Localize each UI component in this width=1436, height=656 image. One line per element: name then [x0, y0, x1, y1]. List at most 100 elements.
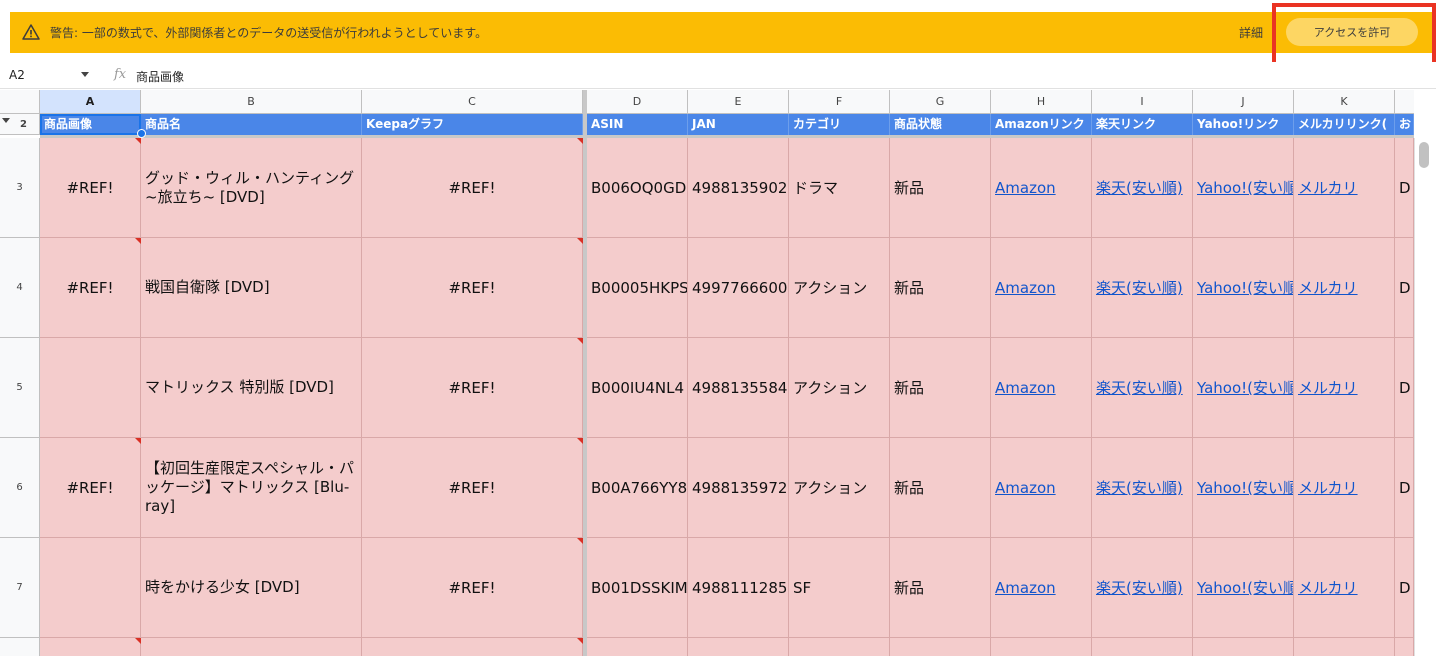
row-header-6[interactable]: 6 [0, 438, 40, 538]
category-cell[interactable]: アクション [789, 238, 890, 338]
yahoo-link-text[interactable]: Yahoo!(安い順 [1197, 577, 1293, 598]
asin-cell[interactable]: B000IU4NL4 [587, 338, 688, 438]
extra-cell[interactable]: D [1395, 338, 1414, 438]
mercari-link[interactable]: メルカリ [1294, 338, 1395, 438]
row-header-7[interactable]: 7 [0, 538, 40, 638]
header-cell-h[interactable]: Amazonリンク [991, 114, 1092, 135]
yahoo-link-text[interactable]: Yahoo!(安い順 [1197, 277, 1293, 298]
product-name-cell[interactable]: 時をかける少女 [DVD] [141, 538, 362, 638]
image-cell[interactable] [40, 538, 141, 638]
condition-cell[interactable]: 新品 [890, 338, 991, 438]
header-cell-k[interactable]: メルカリリンク( [1294, 114, 1395, 135]
asin-cell[interactable]: B001DSSKIM [587, 538, 688, 638]
category-cell[interactable]: アクション [789, 338, 890, 438]
asin-cell[interactable]: B00A766YY8 [587, 438, 688, 538]
mercari-link-text[interactable]: メルカリ [1298, 577, 1358, 598]
yahoo-link[interactable]: Yahoo!(安い順 [1193, 138, 1294, 238]
rakuten-link-text[interactable]: 楽天(安い順) [1096, 277, 1183, 298]
extra-cell[interactable]: D [1395, 538, 1414, 638]
header-cell-e[interactable]: JAN [688, 114, 789, 135]
column-header-f[interactable]: F [789, 90, 890, 114]
amazon-link-text[interactable]: Amazon [995, 579, 1056, 597]
header-cell-d[interactable]: ASIN [587, 114, 688, 135]
amazon-link[interactable]: Amazon [991, 538, 1092, 638]
keepa-graph-cell[interactable]: #REF! [362, 438, 583, 538]
row-header-4[interactable]: 4 [0, 238, 40, 338]
row-header-3[interactable]: 3 [0, 138, 40, 238]
rakuten-link[interactable]: 楽天(安い順) [1092, 238, 1193, 338]
rakuten-link[interactable]: 楽天(安い順) [1092, 538, 1193, 638]
yahoo-link[interactable]: Yahoo!(安い順 [1193, 338, 1294, 438]
header-cell-c[interactable]: Keepaグラフ [362, 114, 583, 135]
rakuten-link-text[interactable]: 楽天(安い順) [1096, 177, 1183, 198]
amazon-link-text[interactable]: Amazon [995, 279, 1056, 297]
column-header-k[interactable]: K [1294, 90, 1395, 114]
yahoo-link[interactable]: Yahoo!(安い順 [1193, 238, 1294, 338]
keepa-graph-cell[interactable]: #REF! [362, 538, 583, 638]
jan-cell[interactable]: 49881112857 [688, 538, 789, 638]
amazon-link[interactable]: Amazon [991, 338, 1092, 438]
condition-cell[interactable]: 新品 [890, 138, 991, 238]
header-cell-extra[interactable]: お [1395, 114, 1414, 135]
mercari-link[interactable]: メルカリ [1294, 238, 1395, 338]
column-header-d[interactable]: D [587, 90, 688, 114]
yahoo-link[interactable]: Yahoo!(安い順 [1193, 538, 1294, 638]
mercari-link[interactable]: メルカリ [1294, 138, 1395, 238]
rakuten-link-text[interactable]: 楽天(安い順) [1096, 377, 1183, 398]
asin-cell[interactable]: B00005HKPS [587, 238, 688, 338]
header-cell-f[interactable]: カテゴリ [789, 114, 890, 135]
amazon-link-text[interactable]: Amazon [995, 479, 1056, 497]
extra-cell[interactable]: D [1395, 138, 1414, 238]
row-header-5[interactable]: 5 [0, 338, 40, 438]
extra-cell[interactable]: D [1395, 438, 1414, 538]
mercari-link[interactable]: メルカリ [1294, 538, 1395, 638]
category-cell[interactable]: SF [789, 538, 890, 638]
row-group-toggle-icon[interactable] [2, 118, 10, 123]
asin-cell[interactable]: B006OQ0GD [587, 138, 688, 238]
vertical-scrollbar[interactable] [1414, 138, 1436, 656]
column-header-c[interactable]: C [362, 90, 583, 114]
image-cell[interactable]: #REF! [40, 138, 141, 238]
name-box[interactable]: A2 [9, 68, 25, 82]
amazon-link[interactable]: Amazon [991, 438, 1092, 538]
header-cell-j[interactable]: Yahoo!リンク [1193, 114, 1294, 135]
column-header-h[interactable]: H [991, 90, 1092, 114]
product-name-cell[interactable]: グッド・ウィル・ハンティング~旅立ち~ [DVD] [141, 138, 362, 238]
image-cell[interactable]: #REF! [40, 438, 141, 538]
keepa-graph-cell[interactable]: #REF! [362, 338, 583, 438]
amazon-link[interactable]: Amazon [991, 138, 1092, 238]
column-header-g[interactable]: G [890, 90, 991, 114]
scrollbar-thumb[interactable] [1419, 142, 1429, 168]
condition-cell[interactable]: 新品 [890, 438, 991, 538]
jan-cell[interactable]: 49881355842 [688, 338, 789, 438]
header-cell-g[interactable]: 商品状態 [890, 114, 991, 135]
jan-cell[interactable]: 49881359024 [688, 138, 789, 238]
jan-cell[interactable]: 49881359726 [688, 438, 789, 538]
condition-cell[interactable]: 新品 [890, 538, 991, 638]
yahoo-link[interactable]: Yahoo!(安い順 [1193, 438, 1294, 538]
rakuten-link[interactable]: 楽天(安い順) [1092, 138, 1193, 238]
mercari-link-text[interactable]: メルカリ [1298, 377, 1358, 398]
rakuten-link-text[interactable]: 楽天(安い順) [1096, 577, 1183, 598]
extra-cell[interactable]: D [1395, 238, 1414, 338]
product-name-cell[interactable]: マトリックス 特別版 [DVD] [141, 338, 362, 438]
image-cell[interactable] [40, 338, 141, 438]
select-all-corner[interactable] [0, 90, 40, 114]
keepa-graph-cell[interactable]: #REF! [362, 238, 583, 338]
column-header-j[interactable]: J [1193, 90, 1294, 114]
condition-cell[interactable]: 新品 [890, 238, 991, 338]
name-box-dropdown-icon[interactable] [81, 72, 89, 77]
yahoo-link-text[interactable]: Yahoo!(安い順 [1197, 477, 1293, 498]
column-header-a[interactable]: A [40, 90, 141, 114]
rakuten-link[interactable]: 楽天(安い順) [1092, 338, 1193, 438]
header-cell-b[interactable]: 商品名 [141, 114, 362, 135]
rakuten-link[interactable]: 楽天(安い順) [1092, 438, 1193, 538]
mercari-link[interactable]: メルカリ [1294, 438, 1395, 538]
product-name-cell[interactable]: 【初回生産限定スペシャル・パッケージ】マトリックス [Blu-ray] [141, 438, 362, 538]
column-header-i[interactable]: I [1092, 90, 1193, 114]
yahoo-link-text[interactable]: Yahoo!(安い順 [1197, 377, 1293, 398]
amazon-link[interactable]: Amazon [991, 238, 1092, 338]
column-header-e[interactable]: E [688, 90, 789, 114]
mercari-link-text[interactable]: メルカリ [1298, 277, 1358, 298]
mercari-link-text[interactable]: メルカリ [1298, 177, 1358, 198]
